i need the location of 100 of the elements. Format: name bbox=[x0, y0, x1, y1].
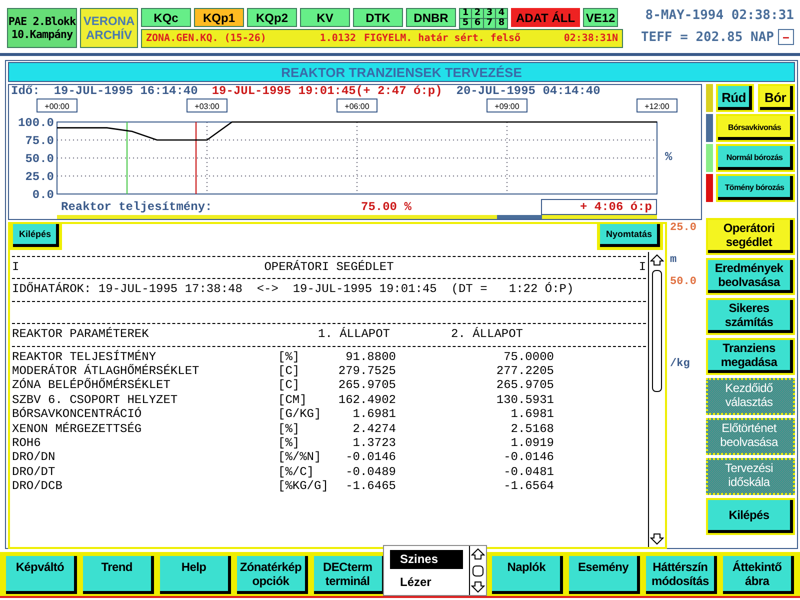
unit-label: % bbox=[665, 150, 672, 164]
table-cell-text: -0.0146 bbox=[502, 450, 554, 465]
table-cell-text: [C] bbox=[278, 378, 301, 393]
scroll-thumb-icon[interactable] bbox=[471, 564, 485, 578]
menu-option[interactable]: Szines bbox=[390, 550, 463, 568]
datetime: 8-MAY-1994 02:38:31 bbox=[645, 8, 794, 23]
digit-key[interactable]: 6 bbox=[472, 19, 483, 28]
nav-button[interactable]: Zónatérkép opciók bbox=[234, 554, 310, 596]
plant-label: PAE 2.Blokk 10.Kampány bbox=[7, 8, 77, 48]
scroll-bar[interactable] bbox=[57, 215, 657, 219]
window-title: REAKTOR TRANZIENSEK TERVEZÉSE bbox=[8, 62, 795, 82]
alarm-message: FIGYELM. határ sért. felső bbox=[364, 33, 522, 44]
up-arrow-icon[interactable] bbox=[471, 548, 485, 560]
table-cell-text: -0.0489 bbox=[344, 464, 396, 480]
table-cell-text: [%/%N] bbox=[278, 450, 322, 465]
y-tick-label: 25.0 bbox=[25, 170, 54, 184]
report-text: IDŐHATÁROK: 19-JUL-1995 17:38:48 <-> 19-JUL-1995 19:01:45 (DT = 1:22 Ó:P) bbox=[12, 282, 574, 297]
digit-key[interactable]: 1 bbox=[460, 9, 471, 18]
menu-option[interactable]: Lézer bbox=[390, 572, 463, 591]
nav-button[interactable]: Képváltó bbox=[4, 554, 79, 596]
nav-button[interactable]: Esemény bbox=[567, 554, 642, 596]
table-cell-text: [%] bbox=[278, 422, 301, 436]
alarm-value: 1.0132 bbox=[318, 33, 356, 44]
action-button[interactable]: Kilépés bbox=[706, 498, 795, 535]
tab[interactable]: DNBR bbox=[406, 8, 456, 27]
scroll-bar[interactable] bbox=[648, 252, 666, 547]
down-arrow-icon[interactable] bbox=[471, 581, 485, 593]
cursor-time: 19-JUL-1995 19:01:45(+ 2:47 ó:p) bbox=[212, 85, 442, 98]
table-cell: 162.4902 bbox=[338, 392, 396, 408]
up-arrow-icon[interactable] bbox=[650, 254, 664, 266]
tab[interactable]: KQp1 bbox=[194, 8, 244, 27]
marker-line bbox=[126, 122, 128, 194]
control-button[interactable]: Tömény bórozás bbox=[716, 174, 795, 202]
teff-label: TEFF = 202.85 NAP bbox=[640, 30, 774, 44]
digit-key[interactable]: 4 bbox=[496, 9, 507, 18]
table-cell-text: SZBV 6. CSOPORT HELYZET bbox=[12, 392, 179, 407]
table-cell: 279.7525 bbox=[338, 364, 396, 378]
ve-button[interactable]: VE12 bbox=[583, 8, 618, 27]
action-button[interactable]: Sikeres számítás bbox=[706, 298, 795, 335]
table-cell-text: ZÓNA BELÉPŐHŐMÉRSÉKLET bbox=[12, 378, 172, 393]
table-cell: 265.9705 bbox=[338, 378, 396, 393]
value-reading: 75.00 % bbox=[361, 200, 412, 214]
table-cell-text: 1.6981 bbox=[352, 407, 396, 422]
x-tick-label: +06:00 bbox=[336, 98, 378, 112]
axis-label: /kg bbox=[670, 358, 691, 370]
control-button[interactable]: Rúd bbox=[716, 84, 754, 112]
action-button[interactable]: Eredmények beolvasása bbox=[706, 258, 795, 295]
table-cell-text: DRO/DN bbox=[12, 450, 56, 465]
nav-button[interactable]: Áttekintő ábra bbox=[721, 554, 796, 596]
table-cell-text: DRO/DT bbox=[12, 464, 56, 480]
table-cell-text: REAKTOR TELJESÍTMÉNY bbox=[12, 350, 158, 364]
table-cell-text: MODERÁTOR ÁTLAGHŐMÉRSÉKLET bbox=[12, 364, 200, 378]
table-cell-text: DRO/DCB bbox=[12, 479, 64, 494]
table-cell-text: 2.4274 bbox=[352, 422, 396, 436]
table-cell-text: 1.3723 bbox=[352, 436, 396, 450]
control-button[interactable]: Normál bórozás bbox=[716, 144, 795, 172]
table-cell-text: ROH6 bbox=[12, 436, 42, 450]
control-button[interactable]: Bór bbox=[758, 84, 795, 112]
digit-key[interactable]: 3 bbox=[484, 9, 495, 18]
down-arrow-icon[interactable] bbox=[650, 533, 664, 545]
digit-key[interactable]: 7 bbox=[484, 19, 495, 28]
exit-button[interactable]: Kilépés bbox=[10, 224, 62, 250]
table-cell-text: -1.6465 bbox=[344, 479, 396, 494]
table-cell-text: [C] bbox=[278, 364, 301, 378]
x-tick-label: +09:00 bbox=[494, 102, 520, 111]
action-button[interactable]: Tranziens megadása bbox=[706, 338, 795, 375]
tab[interactable]: KQc bbox=[141, 8, 191, 27]
control-button[interactable]: Bórsavkivonás bbox=[716, 114, 795, 142]
scroll-thumb[interactable] bbox=[652, 270, 662, 392]
print-button[interactable]: Nyomtatás bbox=[597, 224, 664, 250]
action-button[interactable]: Operátori segédlet bbox=[706, 218, 795, 255]
end-time: 20-JUL-1995 04:14:40 bbox=[456, 85, 600, 98]
nav-button[interactable]: Trend bbox=[80, 554, 156, 596]
table-cell-text: [%/C] bbox=[278, 464, 316, 480]
digit-key[interactable]: 8 bbox=[496, 19, 507, 28]
digit-key[interactable]: 5 bbox=[460, 19, 471, 28]
report-text: I bbox=[638, 260, 646, 274]
table-cell-text: [%] bbox=[278, 350, 301, 364]
y-tick-label: 75.0 bbox=[25, 134, 54, 148]
y-tick-label: 50.0 bbox=[25, 152, 54, 166]
nav-button[interactable]: Help bbox=[158, 554, 233, 596]
alarm-time: 02:38:31N bbox=[564, 33, 618, 44]
tab[interactable]: KQp2 bbox=[247, 8, 297, 27]
tab[interactable]: DTK bbox=[353, 8, 403, 27]
table-cell-text: [CM] bbox=[278, 392, 308, 408]
x-tick-label: +06:00 bbox=[344, 102, 370, 111]
nav-button[interactable]: Háttérszín módosítás bbox=[644, 554, 720, 596]
axis-label: m bbox=[670, 254, 678, 266]
digit-key[interactable]: 2 bbox=[472, 9, 483, 18]
column-header: 1. ÁLLAPOT bbox=[317, 327, 392, 342]
value-label: Reaktor teljesítmény: bbox=[60, 200, 214, 214]
x-tick-label: +12:00 bbox=[636, 98, 678, 112]
tab[interactable]: KV bbox=[300, 8, 350, 27]
axis-label: 50.0 bbox=[670, 276, 698, 288]
nav-button[interactable]: Naplók bbox=[490, 554, 566, 596]
table-cell-text: 277.2205 bbox=[495, 364, 554, 378]
table-cell-text: 1.0919 bbox=[510, 436, 554, 450]
minimize-button[interactable]: – bbox=[778, 29, 794, 45]
x-tick-label: +03:00 bbox=[186, 98, 228, 112]
table-cell-text: [%KG/G] bbox=[278, 479, 330, 494]
